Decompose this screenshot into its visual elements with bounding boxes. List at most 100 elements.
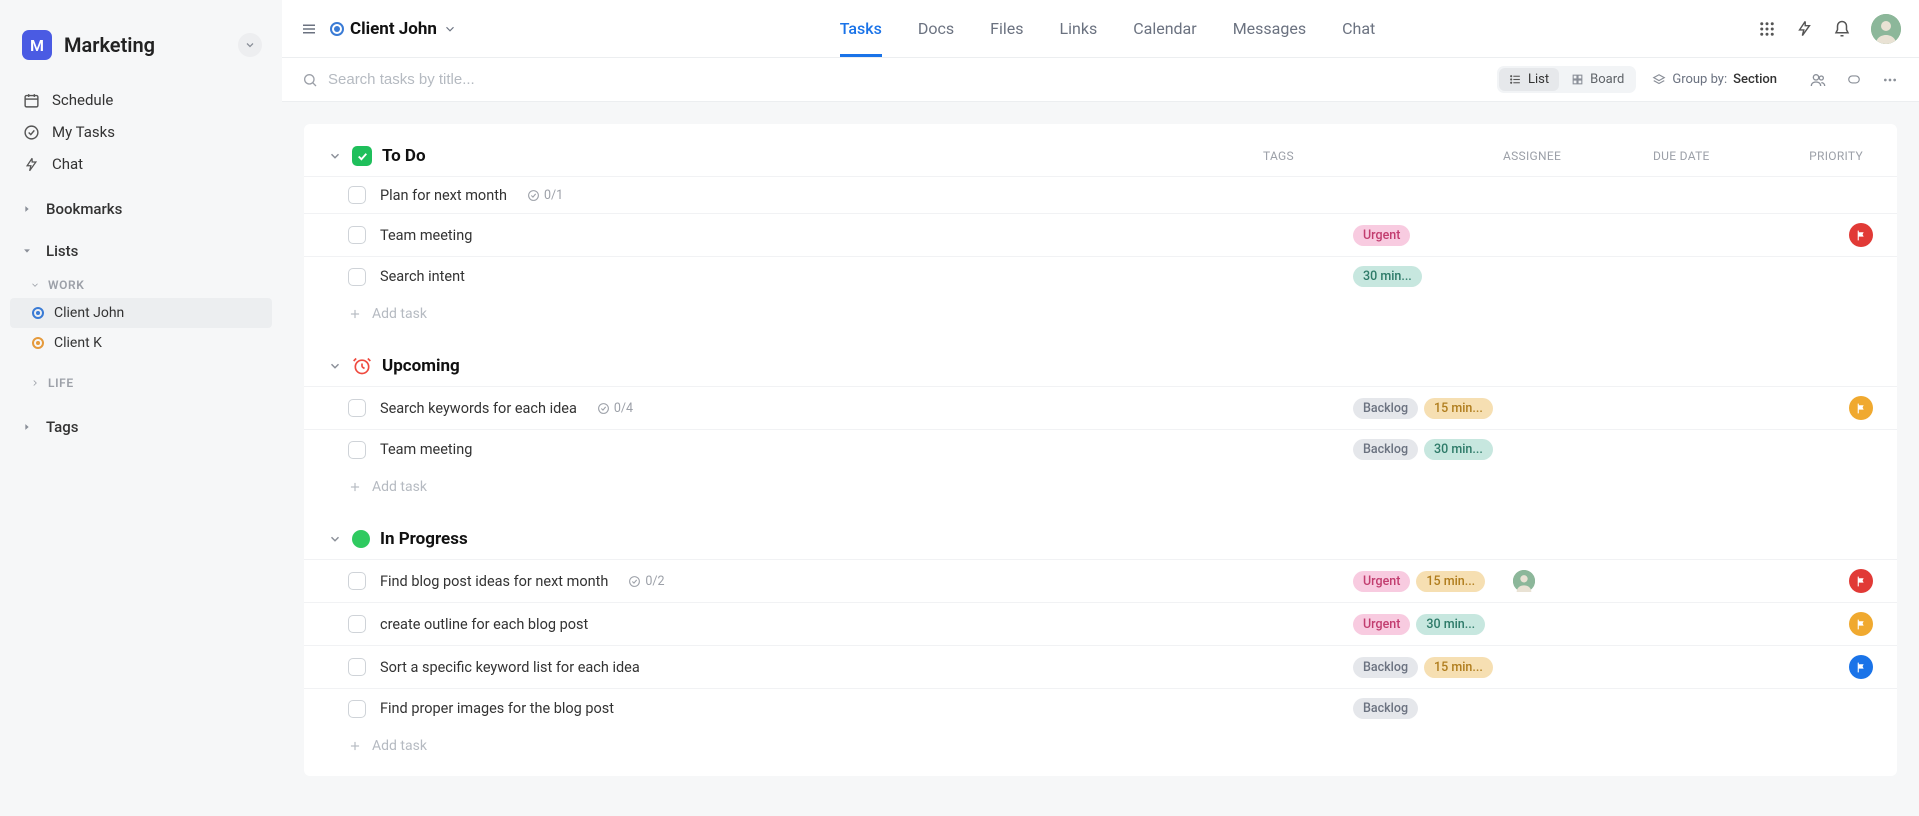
- sidebar-list-client-john[interactable]: Client John: [10, 298, 272, 328]
- sidebar-item-label: Schedule: [52, 91, 113, 109]
- groupby-label: Group by:: [1672, 72, 1727, 87]
- section-title: To Do: [382, 146, 426, 166]
- check-circle-icon: [22, 124, 40, 141]
- main: Client John Tasks Docs Files Links Calen…: [282, 0, 1919, 816]
- task-row[interactable]: Find blog post ideas for next month 0/2 …: [304, 559, 1897, 602]
- content-area: To Do TAGS ASSIGNEE DUE DATE PRIORITY Pl…: [282, 102, 1919, 816]
- task-checkbox[interactable]: [348, 226, 366, 244]
- sidebar-item-my-tasks[interactable]: My Tasks: [0, 116, 282, 148]
- workspace-chevron-icon[interactable]: [238, 33, 262, 57]
- task-checkbox[interactable]: [348, 441, 366, 459]
- workspace-switcher[interactable]: M Marketing: [0, 14, 282, 78]
- sidebar-group-life[interactable]: LIFE: [0, 366, 282, 396]
- task-row[interactable]: Team meeting Urgent: [304, 213, 1897, 256]
- tab-chat[interactable]: Chat: [1342, 1, 1375, 57]
- sidebar-group-work[interactable]: WORK: [0, 268, 282, 298]
- section-header-todo: To Do TAGS ASSIGNEE DUE DATE PRIORITY: [304, 132, 1897, 176]
- section-header-in-progress: In Progress: [304, 507, 1897, 559]
- sidebar-list-label: Client K: [54, 335, 102, 351]
- sidebar-item-label: My Tasks: [52, 123, 115, 141]
- add-task-label: Add task: [372, 306, 427, 322]
- view-board-button[interactable]: Board: [1561, 68, 1634, 91]
- groupby-value: Section: [1733, 72, 1777, 87]
- side-nav: Schedule My Tasks Chat Bookmarks: [0, 84, 282, 444]
- tab-tasks[interactable]: Tasks: [840, 1, 882, 57]
- page-title[interactable]: Client John: [330, 19, 457, 39]
- bolt-icon[interactable]: [1796, 20, 1813, 37]
- tab-calendar[interactable]: Calendar: [1133, 1, 1196, 57]
- more-icon[interactable]: [1881, 72, 1899, 88]
- add-task-button[interactable]: Add task: [304, 469, 1897, 507]
- col-header-due: DUE DATE: [1653, 149, 1723, 163]
- tag-duration: 15 min...: [1424, 398, 1493, 419]
- sidebar-item-chat[interactable]: Chat: [0, 148, 282, 180]
- groupby-button[interactable]: Group by: Section: [1652, 72, 1777, 87]
- priority-flag-icon[interactable]: [1849, 223, 1873, 247]
- tag-duration: 30 min...: [1424, 439, 1493, 460]
- task-row[interactable]: Search intent 30 min...: [304, 256, 1897, 296]
- sidebar-section-tags[interactable]: Tags: [0, 410, 282, 444]
- tag-backlog: Backlog: [1353, 657, 1418, 678]
- sidebar-section-lists[interactable]: Lists: [0, 234, 282, 268]
- priority-flag-icon[interactable]: [1849, 655, 1873, 679]
- tab-links[interactable]: Links: [1059, 1, 1097, 57]
- people-icon[interactable]: [1809, 72, 1827, 88]
- add-task-button[interactable]: Add task: [304, 728, 1897, 766]
- sidebar-item-schedule[interactable]: Schedule: [0, 84, 282, 116]
- tab-messages[interactable]: Messages: [1233, 1, 1306, 57]
- subtask-count: 0/2: [628, 574, 664, 589]
- chevron-down-icon: [22, 246, 36, 256]
- task-row[interactable]: Plan for next month 0/1: [304, 176, 1897, 213]
- tag-urgent: Urgent: [1353, 571, 1410, 592]
- chat-icon[interactable]: [1845, 73, 1863, 87]
- priority-flag-icon[interactable]: [1849, 612, 1873, 636]
- task-title: Find blog post ideas for next month: [380, 573, 608, 590]
- sidebar-list-client-k[interactable]: Client K: [0, 328, 282, 358]
- task-checkbox[interactable]: [348, 615, 366, 633]
- task-checkbox[interactable]: [348, 186, 366, 204]
- sidebar-section-label: Lists: [46, 242, 78, 260]
- view-list-button[interactable]: List: [1499, 68, 1559, 91]
- add-task-label: Add task: [372, 738, 427, 754]
- task-row[interactable]: Team meeting Backlog 30 min...: [304, 429, 1897, 469]
- task-checkbox[interactable]: [348, 572, 366, 590]
- view-switcher: List Board: [1497, 66, 1636, 93]
- chevron-right-icon: [22, 422, 36, 432]
- tag-duration: 15 min...: [1416, 571, 1485, 592]
- task-title: Search intent: [380, 268, 465, 285]
- task-checkbox[interactable]: [348, 399, 366, 417]
- task-checkbox[interactable]: [348, 658, 366, 676]
- task-row[interactable]: Sort a specific keyword list for each id…: [304, 645, 1897, 688]
- topbar: Client John Tasks Docs Files Links Calen…: [282, 0, 1919, 58]
- collapse-icon[interactable]: [328, 149, 342, 163]
- task-row[interactable]: Search keywords for each idea 0/4 Backlo…: [304, 386, 1897, 429]
- task-title: Plan for next month: [380, 187, 507, 204]
- sidebar-section-label: Bookmarks: [46, 200, 122, 218]
- task-title: Search keywords for each idea: [380, 400, 577, 417]
- task-row[interactable]: Find proper images for the blog post Bac…: [304, 688, 1897, 728]
- priority-flag-icon[interactable]: [1849, 396, 1873, 420]
- task-checkbox[interactable]: [348, 700, 366, 718]
- bell-icon[interactable]: [1833, 20, 1851, 38]
- sidebar-section-bookmarks[interactable]: Bookmarks: [0, 192, 282, 226]
- collapse-icon[interactable]: [328, 359, 342, 373]
- toolbar: List Board Group by: Section: [282, 58, 1919, 102]
- tab-docs[interactable]: Docs: [918, 1, 954, 57]
- tab-files[interactable]: Files: [990, 1, 1023, 57]
- col-header-tags: TAGS: [1263, 149, 1423, 163]
- grid-apps-icon[interactable]: [1758, 20, 1776, 38]
- tag-urgent: Urgent: [1353, 225, 1410, 246]
- sidebar-section-label: Tags: [46, 418, 78, 436]
- task-title: Find proper images for the blog post: [380, 700, 614, 717]
- search-icon: [302, 72, 318, 88]
- search-input[interactable]: [328, 71, 728, 88]
- assignee-avatar[interactable]: [1513, 570, 1535, 592]
- priority-flag-icon[interactable]: [1849, 569, 1873, 593]
- collapse-icon[interactable]: [328, 532, 342, 546]
- user-avatar[interactable]: [1871, 14, 1901, 44]
- task-row[interactable]: create outline for each blog post Urgent…: [304, 602, 1897, 645]
- add-task-button[interactable]: Add task: [304, 296, 1897, 334]
- hamburger-icon[interactable]: [300, 20, 318, 38]
- task-checkbox[interactable]: [348, 268, 366, 286]
- check-square-icon: [352, 146, 372, 166]
